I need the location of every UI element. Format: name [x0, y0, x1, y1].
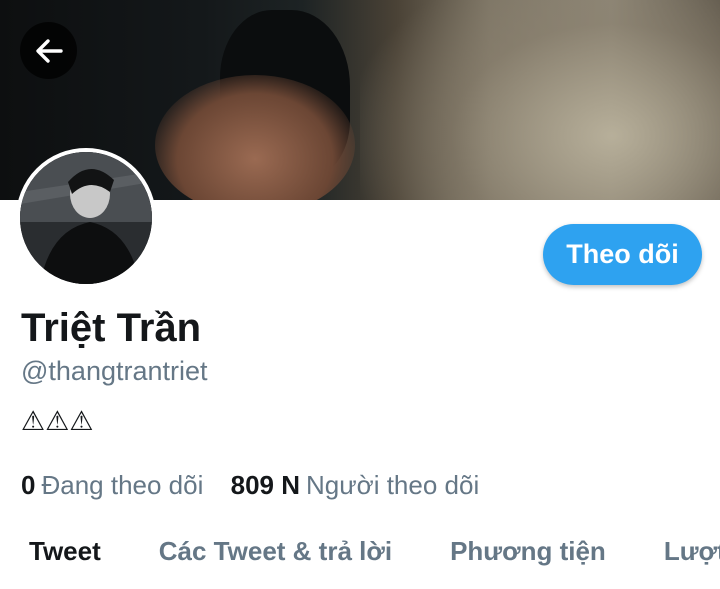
followers-label: Người theo dõi — [306, 470, 480, 500]
avatar-image — [20, 152, 152, 284]
tab-tweets-and-replies[interactable]: Các Tweet & trả lời — [159, 528, 392, 589]
followers-stat[interactable]: 809 N Người theo dõi — [231, 470, 480, 501]
profile-tabs: Tweet Các Tweet & trả lời Phương tiện Lư… — [0, 528, 720, 589]
back-button[interactable] — [20, 22, 77, 79]
avatar[interactable] — [16, 148, 156, 288]
follow-button[interactable]: Theo dõi — [543, 224, 702, 285]
profile-bio: ⚠⚠⚠ — [21, 406, 94, 437]
followers-count: 809 N — [230, 470, 300, 500]
tab-media[interactable]: Phương tiện — [450, 528, 606, 589]
display-name: Triệt Trần — [21, 306, 202, 350]
tab-tweets[interactable]: Tweet — [29, 528, 101, 589]
following-count: 0 — [21, 470, 36, 500]
banner-image-light — [360, 0, 720, 200]
following-stat[interactable]: 0 Đang theo dõi — [21, 470, 203, 501]
follow-stats: 0 Đang theo dõi 809 N Người theo dõi — [21, 470, 479, 501]
user-handle: @thangtrantriet — [21, 356, 208, 386]
following-label: Đang theo dõi — [41, 470, 204, 500]
tab-likes[interactable]: Lượt thích — [664, 528, 720, 589]
arrow-left-icon — [35, 38, 63, 63]
